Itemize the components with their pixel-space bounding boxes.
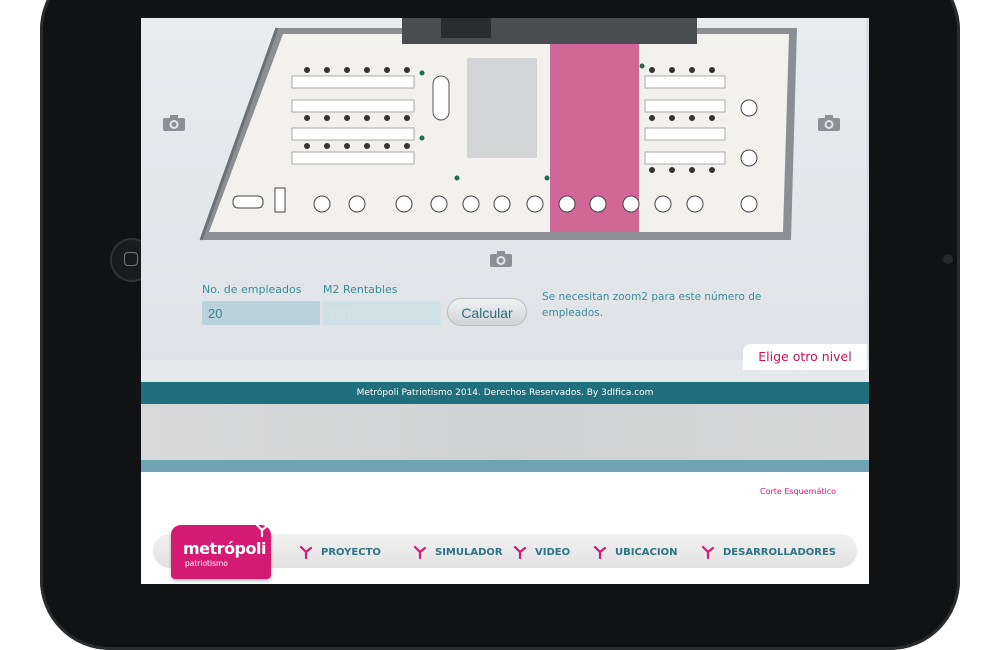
choose-level-button[interactable]: Elige otro nivel bbox=[743, 344, 867, 370]
corte-esquematico-link[interactable]: Corte Esquemático bbox=[760, 487, 836, 496]
floor-plan bbox=[199, 18, 797, 241]
nav-proyecto[interactable]: PROYECTO bbox=[299, 544, 381, 560]
brand-mark-icon bbox=[593, 545, 607, 559]
brand-mark-icon bbox=[299, 545, 313, 559]
brand-mark-icon bbox=[255, 523, 269, 537]
nav-label: SIMULADOR bbox=[435, 546, 503, 558]
brand-mark-icon bbox=[701, 545, 715, 559]
employees-input[interactable] bbox=[202, 301, 320, 325]
employees-label: No. de empleados bbox=[202, 283, 302, 296]
logo-subtitle: patriotismo bbox=[185, 559, 228, 568]
front-camera bbox=[943, 254, 953, 264]
logo-name: metrópoli bbox=[183, 539, 266, 558]
app-screen: No. de empleados M2 Rentables Calcular S… bbox=[141, 18, 869, 584]
brand-mark-icon bbox=[513, 545, 527, 559]
camera-icon[interactable] bbox=[162, 114, 186, 132]
nav-label: PROYECTO bbox=[321, 546, 381, 558]
nav-simulador[interactable]: SIMULADOR bbox=[413, 544, 503, 560]
camera-icon[interactable] bbox=[489, 250, 513, 268]
logo[interactable]: metrópoli patriotismo bbox=[171, 523, 271, 579]
calculate-button[interactable]: Calcular bbox=[447, 298, 527, 326]
home-square-icon bbox=[124, 252, 138, 266]
nav-label: UBICACION bbox=[615, 546, 678, 558]
copyright-bar: Metrópoli Patriotismo 2014. Derechos Res… bbox=[141, 382, 869, 404]
brand-mark-icon bbox=[413, 545, 427, 559]
camera-icon[interactable] bbox=[817, 114, 841, 132]
nav-label: DESARROLLADORES bbox=[723, 546, 836, 558]
m2-label: M2 Rentables bbox=[323, 283, 398, 296]
nav-desarrolladores[interactable]: DESARROLLADORES bbox=[701, 544, 836, 560]
nav-label: VIDEO bbox=[535, 546, 571, 558]
nav-video[interactable]: VIDEO bbox=[513, 544, 570, 560]
teal-divider bbox=[141, 460, 869, 472]
help-text: Se necesitan zoom2 para este número de e… bbox=[542, 291, 762, 319]
gray-band bbox=[141, 404, 869, 460]
nav-ubicacion[interactable]: UBICACION bbox=[593, 544, 677, 560]
m2-input[interactable] bbox=[323, 301, 441, 325]
